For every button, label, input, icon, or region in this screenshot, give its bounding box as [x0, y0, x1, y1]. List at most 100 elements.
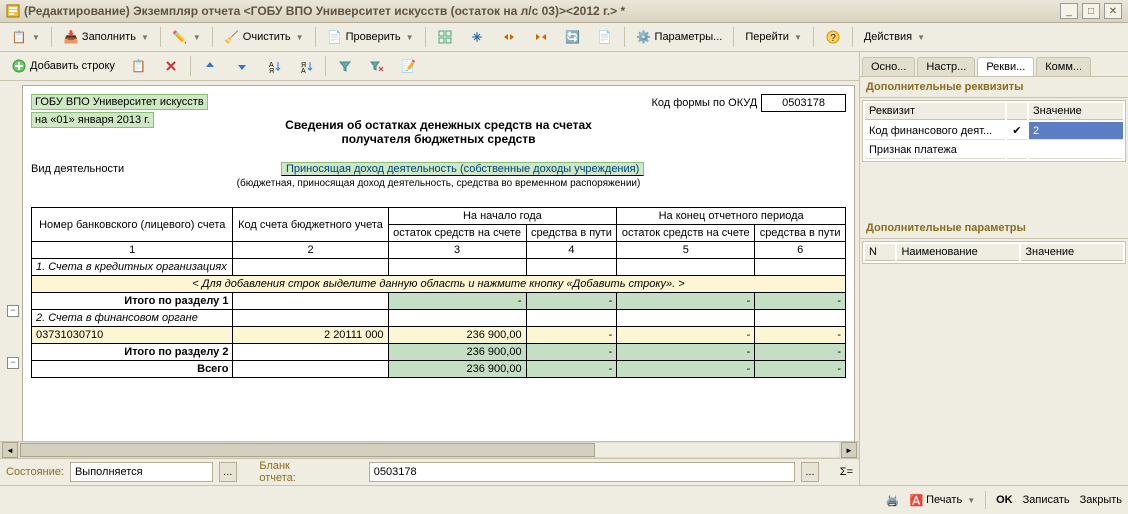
sort-asc-button[interactable]: AЯ	[259, 54, 289, 78]
svg-text:?: ?	[830, 33, 836, 44]
report-date: на «01» января 2013 г.	[31, 112, 154, 128]
sigma-label: Σ=	[840, 466, 853, 478]
tab-requisites[interactable]: Рекви...	[977, 57, 1034, 76]
arrow-up-icon	[202, 58, 218, 74]
maximize-button[interactable]: □	[1082, 3, 1100, 19]
titlebar: (Редактирование) Экземпляр отчета <ГОБУ …	[0, 0, 1128, 23]
collapse-h-icon	[501, 29, 517, 45]
delete-row-button[interactable]	[156, 54, 186, 78]
data-row[interactable]: 03731030710 2 20111 000 236 900,00 ---	[32, 327, 846, 344]
blank-value[interactable]: 0503178	[369, 462, 795, 482]
org-name: ГОБУ ВПО Университет искусств	[31, 94, 208, 110]
filter-icon	[337, 58, 353, 74]
clear-button[interactable]: 🧹Очистить▼	[217, 25, 311, 49]
activity-label: Вид деятельности	[31, 163, 281, 175]
tab-comments[interactable]: Комм...	[1036, 57, 1091, 76]
printer-button[interactable]: 🖨️	[886, 494, 900, 507]
sort-asc-icon: AЯ	[266, 58, 282, 74]
save-button[interactable]: Записать	[1023, 494, 1070, 506]
collapse-marker[interactable]: −	[7, 357, 19, 369]
blank-select-button[interactable]: …	[801, 462, 819, 482]
close-button[interactable]: ✕	[1104, 3, 1122, 19]
tool3-button[interactable]	[494, 25, 524, 49]
tool2-button[interactable]	[462, 25, 492, 49]
document-area[interactable]: − − ГОБУ ВПО Университет искусств на «01…	[0, 81, 859, 441]
params-grid[interactable]: N Наименование Значение	[862, 241, 1126, 264]
footer: 🖨️ 🅰️Печать▼ OK Записать Закрыть	[0, 485, 1128, 514]
right-tabs: Осно... Настр... Рекви... Комм...	[860, 52, 1128, 77]
add-row-button[interactable]: Добавить строку	[4, 54, 122, 78]
app-icon	[6, 4, 20, 18]
close-button-footer[interactable]: Закрыть	[1080, 494, 1122, 506]
check-icon: 📄	[327, 29, 343, 45]
delete-icon	[163, 58, 179, 74]
params-button[interactable]: ⚙️Параметры...	[629, 25, 730, 49]
move-up-button[interactable]	[195, 54, 225, 78]
ok-button[interactable]: OK	[996, 494, 1013, 506]
tool4-button[interactable]	[526, 25, 556, 49]
history-icon: 📋	[11, 29, 27, 45]
print-button[interactable]: 🅰️Печать▼	[909, 494, 975, 507]
tab-main[interactable]: Осно...	[862, 57, 915, 76]
printer-icon: 🖨️	[886, 494, 900, 507]
grid-row[interactable]: Признак платежа	[865, 142, 1123, 159]
state-select-button[interactable]: …	[219, 462, 237, 482]
filter-clear-button[interactable]	[362, 54, 392, 78]
tab-settings[interactable]: Настр...	[917, 57, 975, 76]
refresh-icon: 🔄	[565, 29, 581, 45]
report-page: ГОБУ ВПО Университет искусств на «01» ян…	[22, 85, 855, 441]
params-icon: ⚙️	[636, 29, 652, 45]
report-title-2: получателя бюджетных средств	[31, 132, 846, 146]
minimize-button[interactable]: _	[1060, 3, 1078, 19]
history-button[interactable]: 📋▼	[4, 25, 47, 49]
scroll-left-button[interactable]: ◄	[2, 442, 18, 458]
pencil-button[interactable]: ✏️▼	[165, 25, 208, 49]
actions-button[interactable]: Действия▼	[857, 25, 932, 49]
goto-button[interactable]: Перейти▼	[738, 25, 809, 49]
th-budcode: Код счета бюджетного учета	[233, 208, 388, 242]
activity-note: (бюджетная, приносящая доход деятельност…	[31, 178, 846, 189]
sort-desc-button[interactable]: ЯA	[291, 54, 321, 78]
move-down-button[interactable]	[227, 54, 257, 78]
scroll-right-button[interactable]: ►	[841, 442, 857, 458]
scroll-thumb[interactable]	[20, 443, 595, 457]
copy-row-button[interactable]: 📋	[124, 54, 154, 78]
outline-gutter: − −	[4, 85, 22, 441]
tool6-button[interactable]: 📄	[590, 25, 620, 49]
help-button[interactable]: ?	[818, 25, 848, 49]
report-table: Номер банковского (лицевого) счета Код с…	[31, 207, 846, 378]
doc-icon: 📄	[597, 29, 613, 45]
help-icon: ?	[825, 29, 841, 45]
right-panel: Осно... Настр... Рекви... Комм... Дополн…	[860, 52, 1128, 485]
grid-icon	[437, 29, 453, 45]
state-label: Состояние:	[6, 466, 64, 478]
grid-row-selected[interactable]: Код финансового деят... ✔ 2	[865, 122, 1123, 140]
section-2-total: Итого по разделу 2	[32, 344, 233, 361]
th-account: Номер банковского (лицевого) счета	[32, 208, 233, 242]
grand-total: Всего	[32, 361, 233, 378]
collapse-marker[interactable]: −	[7, 305, 19, 317]
h-scrollbar[interactable]: ◄ ►	[0, 441, 859, 458]
panel-1-title: Дополнительные реквизиты	[860, 77, 1128, 98]
fill-icon: 📥	[63, 29, 79, 45]
tool5-button[interactable]: 🔄	[558, 25, 588, 49]
activity-value[interactable]: Приносящая доход деятельность (собственн…	[281, 162, 644, 176]
check-button[interactable]: 📄Проверить▼	[320, 25, 421, 49]
pencil-icon: ✏️	[172, 29, 188, 45]
filter-button[interactable]	[330, 54, 360, 78]
expand-icon	[469, 29, 485, 45]
th-balance: остаток средств на счете	[388, 225, 526, 242]
misc-icon: 📝	[401, 58, 417, 74]
requisites-grid[interactable]: Реквизит Значение Код финансового деят..…	[862, 100, 1126, 162]
sub-toolbar: Добавить строку 📋 AЯ ЯA 📝	[0, 52, 859, 81]
th-transit: средства в пути	[526, 225, 617, 242]
section-1-total: Итого по разделу 1	[32, 293, 233, 310]
filter-x-icon	[369, 58, 385, 74]
svg-text:A: A	[301, 68, 306, 73]
add-row-hint[interactable]: < Для добавления строк выделите данную о…	[32, 276, 846, 293]
tool1-button[interactable]	[430, 25, 460, 49]
state-value[interactable]: Выполняется	[70, 462, 213, 482]
expand-h-icon	[533, 29, 549, 45]
fill-button[interactable]: 📥Заполнить▼	[56, 25, 156, 49]
misc-button[interactable]: 📝	[394, 54, 424, 78]
